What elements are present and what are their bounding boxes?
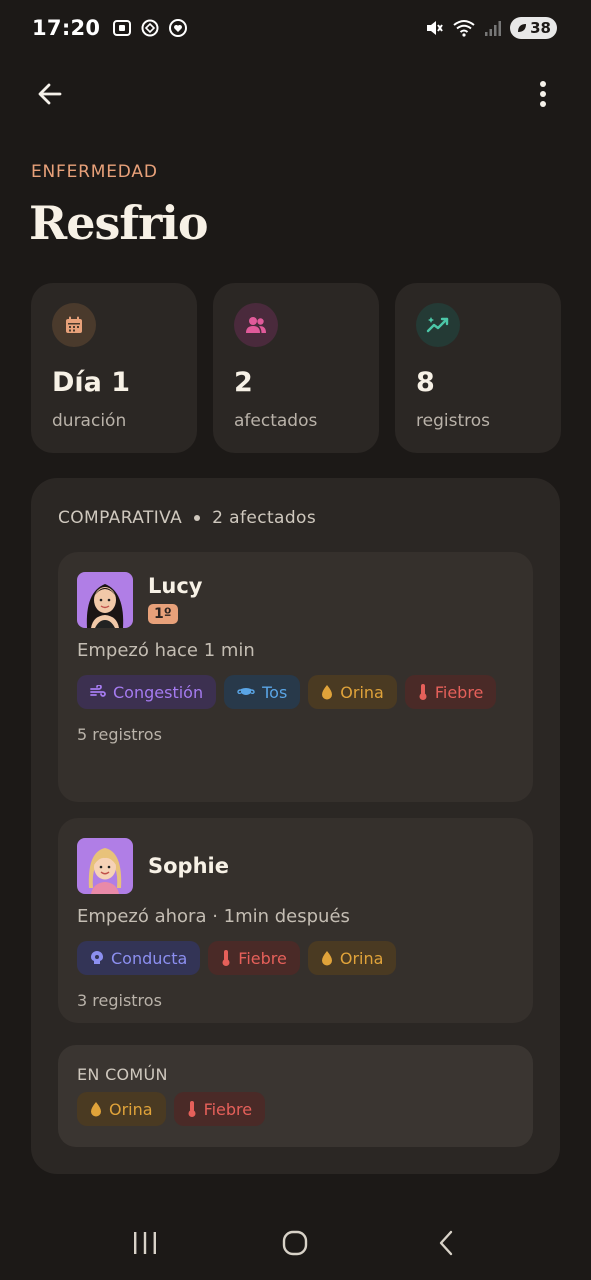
affected-count: 2 afectados — [212, 508, 317, 528]
symptom-tags: Conducta Fiebre Orina — [77, 941, 517, 975]
symptom-tag[interactable]: Fiebre — [173, 1092, 266, 1126]
tag-label: Orina — [340, 682, 384, 702]
stat-card-duration: Día 1 duración — [31, 283, 197, 453]
battery-level: 38 — [530, 19, 551, 37]
records-count: 5 registros — [77, 725, 162, 744]
person-name-block: Sophie — [148, 838, 229, 878]
more-vertical-icon — [540, 81, 546, 107]
start-time: Empezó hace 1 min — [77, 640, 255, 661]
stat-label: afectados — [234, 411, 318, 431]
person-name: Lucy — [148, 574, 203, 598]
system-back-button[interactable] — [424, 1221, 468, 1265]
tag-label: Orina — [109, 1099, 153, 1119]
common-tags: Orina Fiebre — [77, 1092, 517, 1126]
arrow-left-icon — [38, 83, 62, 105]
tag-label: Tos — [262, 682, 288, 702]
chevron-left-icon — [439, 1230, 453, 1256]
stat-card-affected: 2 afectados — [213, 283, 379, 453]
person-name: Sophie — [148, 854, 229, 878]
app-bar — [0, 70, 591, 118]
tag-label: Orina — [339, 948, 384, 968]
home-icon — [283, 1230, 308, 1256]
wifi-icon — [453, 20, 475, 37]
category-label: ENFERMEDAD — [31, 162, 158, 182]
brain-icon — [91, 951, 103, 964]
tag-label: Fiebre — [203, 1099, 253, 1119]
status-left: 17:20 — [32, 16, 188, 40]
symptom-tag[interactable]: Fiebre — [404, 675, 497, 709]
tag-label: Fiebre — [434, 682, 484, 702]
symptom-tag[interactable]: Orina — [308, 675, 397, 709]
comparison-header: COMPARATIVA 2 afectados — [58, 508, 533, 528]
thermometer-icon — [419, 684, 427, 700]
mute-icon — [427, 21, 443, 35]
stat-value: Día 1 — [52, 367, 131, 398]
stats-row: Día 1 duración 2 afectados 8 registros — [31, 283, 561, 453]
calendar-icon — [52, 303, 96, 347]
stat-label: duración — [52, 411, 127, 431]
tag-label: Conducta — [111, 948, 188, 968]
person-header: Lucy 1º — [77, 572, 514, 628]
symptom-tag[interactable]: Conducta — [77, 941, 201, 975]
home-button[interactable] — [273, 1221, 317, 1265]
drop-icon — [91, 1102, 101, 1117]
status-right: 38 — [424, 17, 557, 39]
thermometer-icon — [188, 1101, 196, 1117]
person-name-block: Lucy 1º — [148, 572, 202, 624]
person-card-lucy[interactable]: Lucy 1º Empezó hace 1 min Congestión Tos — [58, 552, 533, 802]
tag-label: Congestión — [113, 682, 204, 702]
common-symptoms-card: EN COMÚN Orina Fiebre — [58, 1045, 533, 1147]
users-icon — [234, 303, 278, 347]
stat-label: registros — [416, 411, 490, 431]
more-options-button[interactable] — [521, 72, 565, 116]
recent-apps-icon — [134, 1232, 157, 1254]
status-time: 17:20 — [32, 16, 101, 40]
notification-icons — [112, 18, 188, 38]
battery-indicator: 38 — [510, 17, 557, 39]
system-nav-bar — [0, 1206, 591, 1280]
symptom-tag[interactable]: Orina — [307, 941, 397, 975]
symptom-tag[interactable]: Orina — [77, 1092, 166, 1126]
leaf-icon — [518, 24, 527, 32]
stat-value: 2 — [234, 367, 253, 398]
symptom-tags: Congestión Tos Orina Fiebre — [77, 675, 517, 709]
comparison-title: COMPARATIVA — [58, 508, 183, 528]
signal-icon — [485, 21, 502, 36]
trend-icon — [416, 303, 460, 347]
chatgpt-icon — [141, 19, 159, 37]
stat-value: 8 — [416, 367, 435, 398]
mask-icon — [237, 688, 255, 695]
start-time: Empezó ahora · 1min después — [77, 906, 350, 927]
symptom-tag[interactable]: Tos — [224, 675, 301, 709]
avatar — [77, 838, 133, 894]
page-title: Resfrio — [29, 196, 209, 250]
tag-label: Fiebre — [238, 948, 287, 968]
back-button[interactable] — [28, 72, 72, 116]
congestion-icon — [90, 685, 106, 697]
heart-app-icon — [169, 19, 188, 37]
status-bar: 17:20 38 — [0, 0, 591, 56]
avatar — [77, 572, 133, 628]
records-count: 3 registros — [77, 991, 162, 1010]
symptom-tag[interactable]: Fiebre — [208, 941, 300, 975]
thermometer-icon — [222, 950, 230, 966]
rank-badge: 1º — [148, 604, 178, 624]
common-title: EN COMÚN — [77, 1065, 168, 1084]
comparison-panel: COMPARATIVA 2 afectados Lucy 1º Empezó h… — [31, 478, 560, 1174]
drop-icon — [321, 951, 332, 966]
drop-icon — [322, 685, 333, 700]
separator-dot — [194, 515, 201, 521]
symptom-tag[interactable]: Congestión — [77, 675, 217, 709]
screenshot-icon — [113, 20, 132, 36]
recent-apps-button[interactable] — [123, 1221, 167, 1265]
stat-card-records: 8 registros — [395, 283, 561, 453]
person-card-sophie[interactable]: Sophie Empezó ahora · 1min después Condu… — [58, 818, 533, 1023]
person-header: Sophie — [77, 838, 514, 894]
